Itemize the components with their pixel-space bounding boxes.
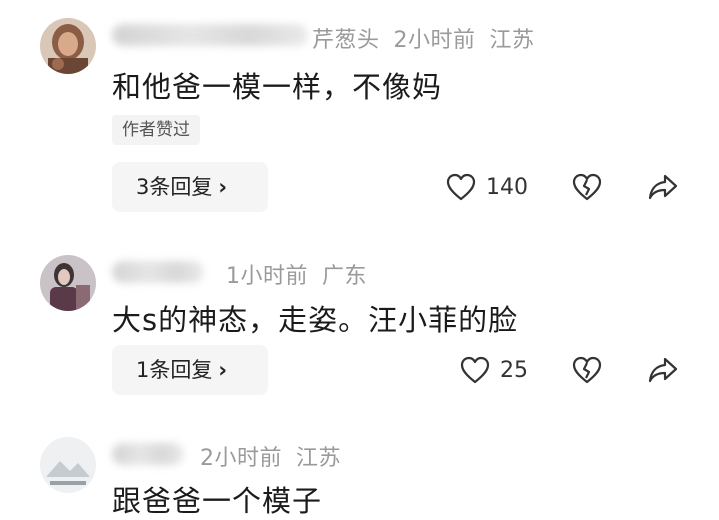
comment-meta: 芹葱头 2小时前 江苏 [312, 22, 549, 54]
broken-heart-icon [572, 356, 602, 384]
avatar[interactable] [40, 255, 96, 311]
chevron-right-icon: › [218, 358, 228, 382]
share-arrow-icon [648, 174, 678, 200]
avatar[interactable] [40, 437, 96, 493]
username-tail[interactable]: 芹葱头 [312, 28, 380, 53]
dislike-button[interactable] [572, 173, 602, 201]
share-arrow-icon [648, 357, 678, 383]
broken-heart-icon [572, 173, 602, 201]
like-button[interactable]: 25 [460, 356, 528, 384]
like-count: 25 [500, 357, 528, 383]
comment-text: 跟爸爸一个模子 [112, 484, 323, 518]
comment-meta: 1小时前 广东 [226, 258, 381, 290]
heart-outline-icon [446, 173, 476, 201]
location: 江苏 [489, 28, 535, 53]
like-count: 140 [486, 174, 528, 200]
username-blurred[interactable] [112, 24, 308, 46]
chevron-right-icon: › [218, 175, 228, 199]
location: 广东 [322, 264, 368, 289]
like-button[interactable]: 140 [446, 173, 528, 201]
username-blurred[interactable] [112, 261, 204, 283]
comment-text: 大s的神态，走姿。汪小菲的脸 [112, 303, 519, 337]
view-replies-button[interactable]: 3条回复 › [112, 162, 268, 212]
username-blurred[interactable] [112, 443, 184, 465]
timestamp: 2小时前 [200, 446, 282, 471]
view-replies-button[interactable]: 1条回复 › [112, 345, 268, 395]
comment-meta: 2小时前 江苏 [200, 440, 355, 472]
timestamp: 2小时前 [393, 28, 476, 53]
avatar[interactable] [40, 18, 96, 74]
dislike-button[interactable] [572, 356, 602, 384]
reply-count-label: 1条回复 [136, 358, 213, 382]
heart-outline-icon [460, 356, 490, 384]
timestamp: 1小时前 [226, 264, 308, 289]
share-button[interactable] [648, 173, 678, 201]
author-liked-badge: 作者赞过 [112, 115, 200, 145]
location: 江苏 [296, 446, 342, 471]
share-button[interactable] [648, 356, 678, 384]
reply-count-label: 3条回复 [136, 175, 213, 199]
comment-text: 和他爸一模一样，不像妈 [112, 70, 443, 104]
